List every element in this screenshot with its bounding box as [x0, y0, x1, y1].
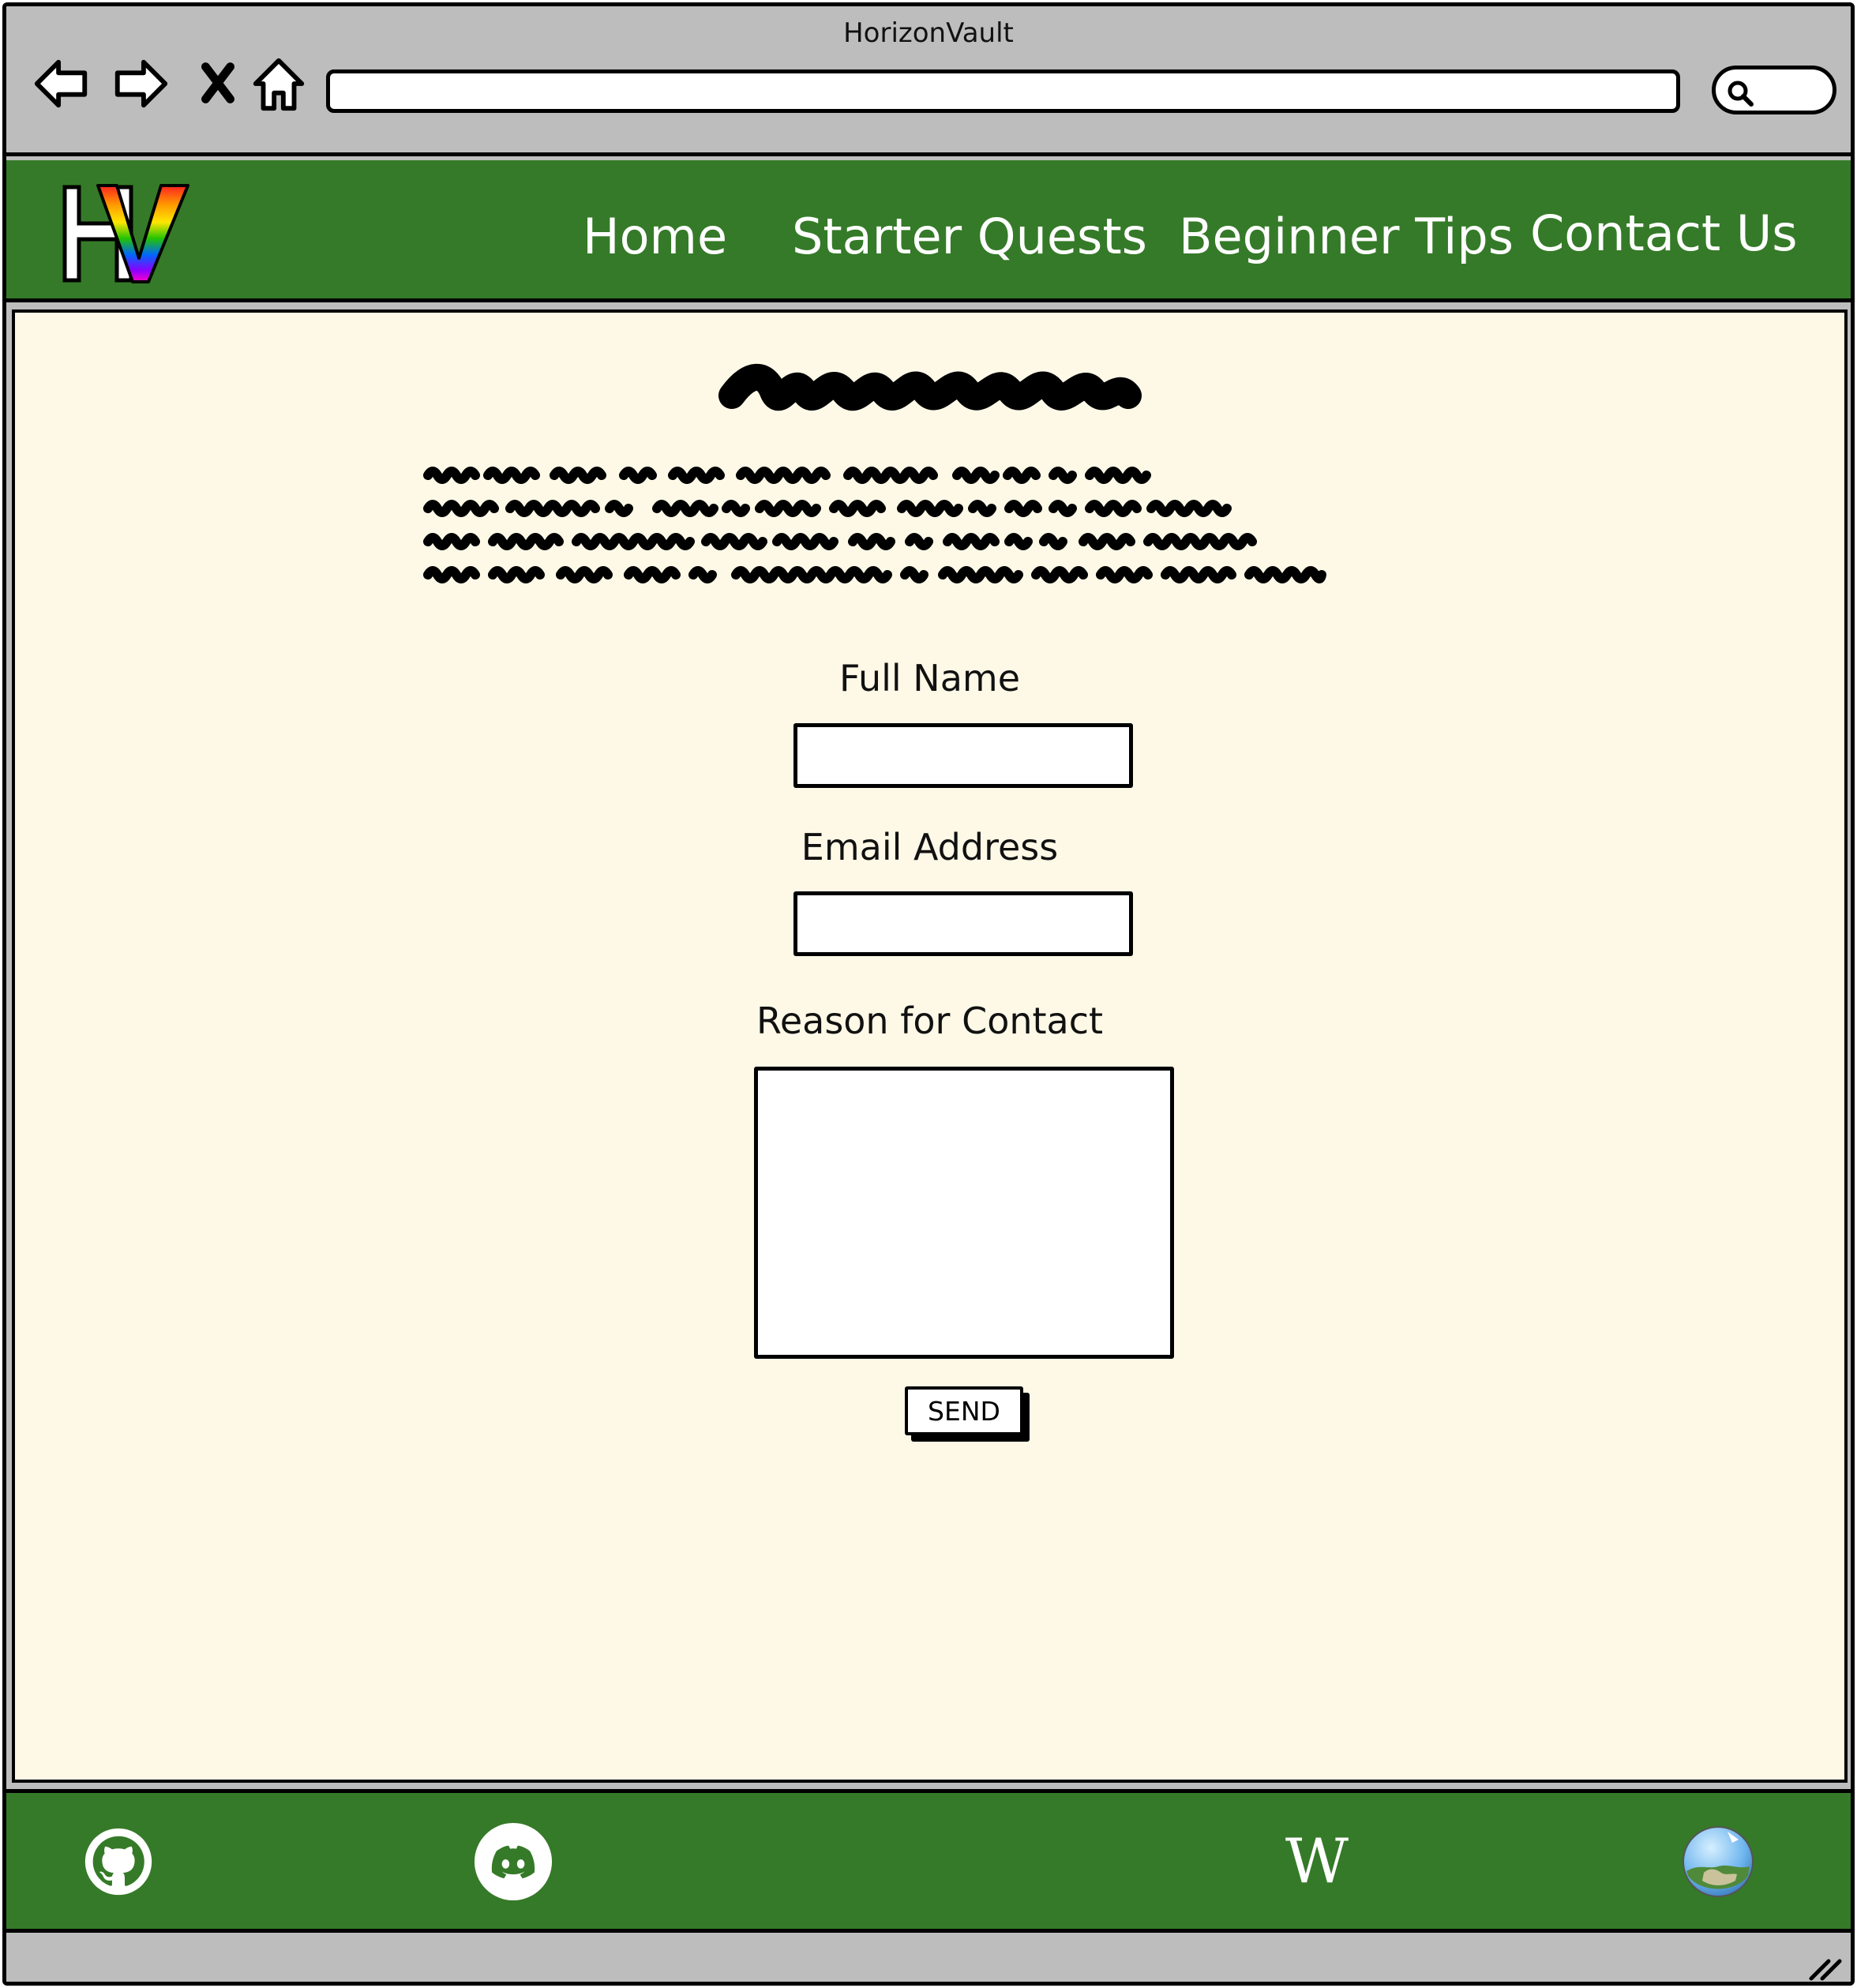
send-button-wrapper: SEND	[905, 1386, 1030, 1442]
full-name-label: Full Name	[839, 657, 1020, 700]
close-icon[interactable]	[186, 52, 249, 115]
search-input[interactable]	[1712, 66, 1836, 114]
full-name-field[interactable]	[793, 723, 1133, 788]
window-title: HorizonVault	[843, 17, 1014, 49]
send-button[interactable]: SEND	[905, 1386, 1023, 1435]
wikipedia-icon[interactable]: W	[1277, 1822, 1356, 1901]
back-arrow-icon[interactable]	[30, 52, 93, 115]
discord-icon[interactable]	[474, 1822, 553, 1901]
nav-home[interactable]: Home	[583, 208, 727, 265]
browser-chrome: HorizonVault	[6, 6, 1851, 156]
nav-contact-us[interactable]: Contact Us	[1530, 204, 1798, 262]
site-footer: W	[6, 1789, 1851, 1933]
home-icon[interactable]	[247, 52, 310, 115]
status-bar	[6, 1937, 1851, 1983]
email-field[interactable]	[793, 891, 1133, 956]
browser-window: HorizonVault Home Starter Quests Beginne…	[2, 2, 1855, 1986]
address-bar[interactable]	[326, 69, 1680, 113]
reason-for-contact-textarea[interactable]	[754, 1067, 1174, 1359]
reason-for-contact-label: Reason for Contact	[756, 1000, 1104, 1042]
resize-grip-icon[interactable]	[1805, 1952, 1844, 1983]
email-address-label: Email Address	[801, 826, 1059, 868]
hv-logo[interactable]	[60, 182, 194, 285]
contact-page-content: Full Name Email Address Reason for Conta…	[12, 309, 1848, 1783]
page-title-placeholder	[718, 363, 1142, 411]
intro-text-placeholder	[423, 467, 1326, 583]
nav-beginner-tips[interactable]: Beginner Tips	[1179, 208, 1514, 265]
nav-starter-quests[interactable]: Starter Quests	[792, 208, 1147, 265]
globe-icon[interactable]	[1679, 1822, 1758, 1901]
site-header: Home Starter Quests Beginner Tips Contac…	[6, 160, 1851, 302]
search-icon	[1728, 81, 1754, 107]
github-icon[interactable]	[79, 1822, 158, 1901]
forward-arrow-icon[interactable]	[109, 52, 172, 115]
